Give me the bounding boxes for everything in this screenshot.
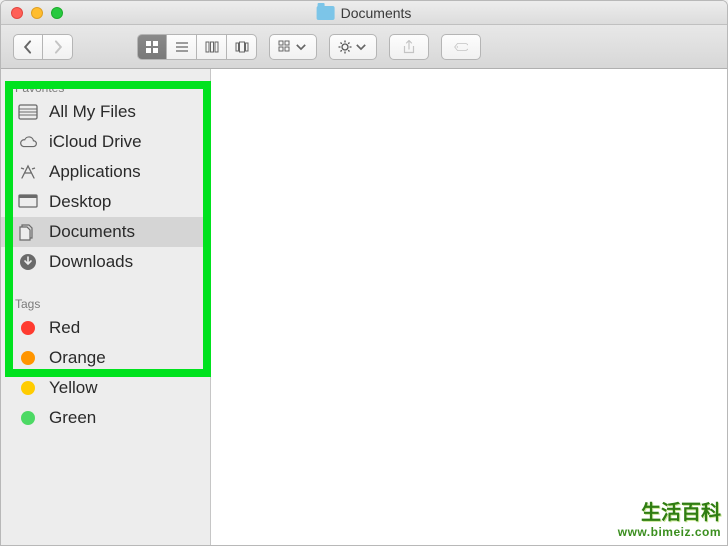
desktop-icon <box>17 192 39 212</box>
share-icon <box>402 40 416 54</box>
all-files-icon <box>17 102 39 122</box>
tag-dot-icon <box>17 378 39 398</box>
sidebar-item-desktop[interactable]: Desktop <box>1 187 210 217</box>
sidebar-item-applications[interactable]: Applications <box>1 157 210 187</box>
sidebar-item-label: Downloads <box>49 252 133 272</box>
sidebar-tag-yellow[interactable]: Yellow <box>1 373 210 403</box>
applications-icon <box>17 162 39 182</box>
tag-icon <box>454 40 468 54</box>
back-button[interactable] <box>13 34 43 60</box>
watermark-text-1: 生活百科 <box>618 501 721 525</box>
sidebar-item-label: All My Files <box>49 102 136 122</box>
sidebar-item-downloads[interactable]: Downloads <box>1 247 210 277</box>
sidebar-item-label: iCloud Drive <box>49 132 142 152</box>
view-mode-group <box>137 34 257 60</box>
chevron-down-icon <box>294 40 308 54</box>
sidebar-item-icloud-drive[interactable]: iCloud Drive <box>1 127 210 157</box>
list-view-icon <box>175 40 189 54</box>
view-column-button[interactable] <box>197 34 227 60</box>
toolbar <box>1 25 727 69</box>
window-controls <box>11 7 63 19</box>
icon-view-icon <box>145 40 159 54</box>
sidebar: Favorites All My Files iCloud Drive Appl… <box>1 69 211 545</box>
column-view-icon <box>205 40 219 54</box>
folder-icon <box>317 6 335 20</box>
sidebar-tag-label: Orange <box>49 348 106 368</box>
sidebar-item-documents[interactable]: Documents <box>1 217 210 247</box>
action-group <box>329 34 377 60</box>
documents-icon <box>17 222 39 242</box>
sidebar-item-label: Documents <box>49 222 135 242</box>
tag-dot-icon <box>17 348 39 368</box>
tags-section-label: Tags <box>1 291 210 313</box>
coverflow-view-icon <box>235 40 249 54</box>
tag-dot-icon <box>17 408 39 428</box>
watermark-text-2: www.bimeiz.com <box>618 525 721 539</box>
finder-window: Documents <box>0 0 728 546</box>
titlebar: Documents <box>1 1 727 25</box>
forward-button[interactable] <box>43 34 73 60</box>
nav-buttons <box>13 34 73 60</box>
sidebar-tag-orange[interactable]: Orange <box>1 343 210 373</box>
view-list-button[interactable] <box>167 34 197 60</box>
sidebar-tag-label: Yellow <box>49 378 98 398</box>
content-area[interactable] <box>211 69 727 545</box>
close-window-button[interactable] <box>11 7 23 19</box>
cloud-icon <box>17 132 39 152</box>
sidebar-tag-label: Red <box>49 318 80 338</box>
watermark: 生活百科 www.bimeiz.com <box>618 501 721 539</box>
share-button[interactable] <box>389 34 429 60</box>
sidebar-tag-red[interactable]: Red <box>1 313 210 343</box>
favorites-section-label: Favorites <box>1 75 210 97</box>
sidebar-item-label: Desktop <box>49 192 111 212</box>
sidebar-item-label: Applications <box>49 162 141 182</box>
gear-icon <box>338 40 352 54</box>
chevron-left-icon <box>21 40 35 54</box>
arrange-button[interactable] <box>269 34 317 60</box>
sidebar-tag-green[interactable]: Green <box>1 403 210 433</box>
chevron-down-icon <box>354 40 368 54</box>
window-title: Documents <box>317 5 412 21</box>
tags-button[interactable] <box>441 34 481 60</box>
view-icon-button[interactable] <box>137 34 167 60</box>
window-body: Favorites All My Files iCloud Drive Appl… <box>1 69 727 545</box>
tag-dot-icon <box>17 318 39 338</box>
chevron-right-icon <box>51 40 65 54</box>
window-title-text: Documents <box>341 5 412 21</box>
arrange-group <box>269 34 317 60</box>
sidebar-tag-label: Green <box>49 408 96 428</box>
view-coverflow-button[interactable] <box>227 34 257 60</box>
minimize-window-button[interactable] <box>31 7 43 19</box>
fullscreen-window-button[interactable] <box>51 7 63 19</box>
action-button[interactable] <box>329 34 377 60</box>
sidebar-item-all-my-files[interactable]: All My Files <box>1 97 210 127</box>
arrange-icon <box>278 40 292 54</box>
downloads-icon <box>17 252 39 272</box>
